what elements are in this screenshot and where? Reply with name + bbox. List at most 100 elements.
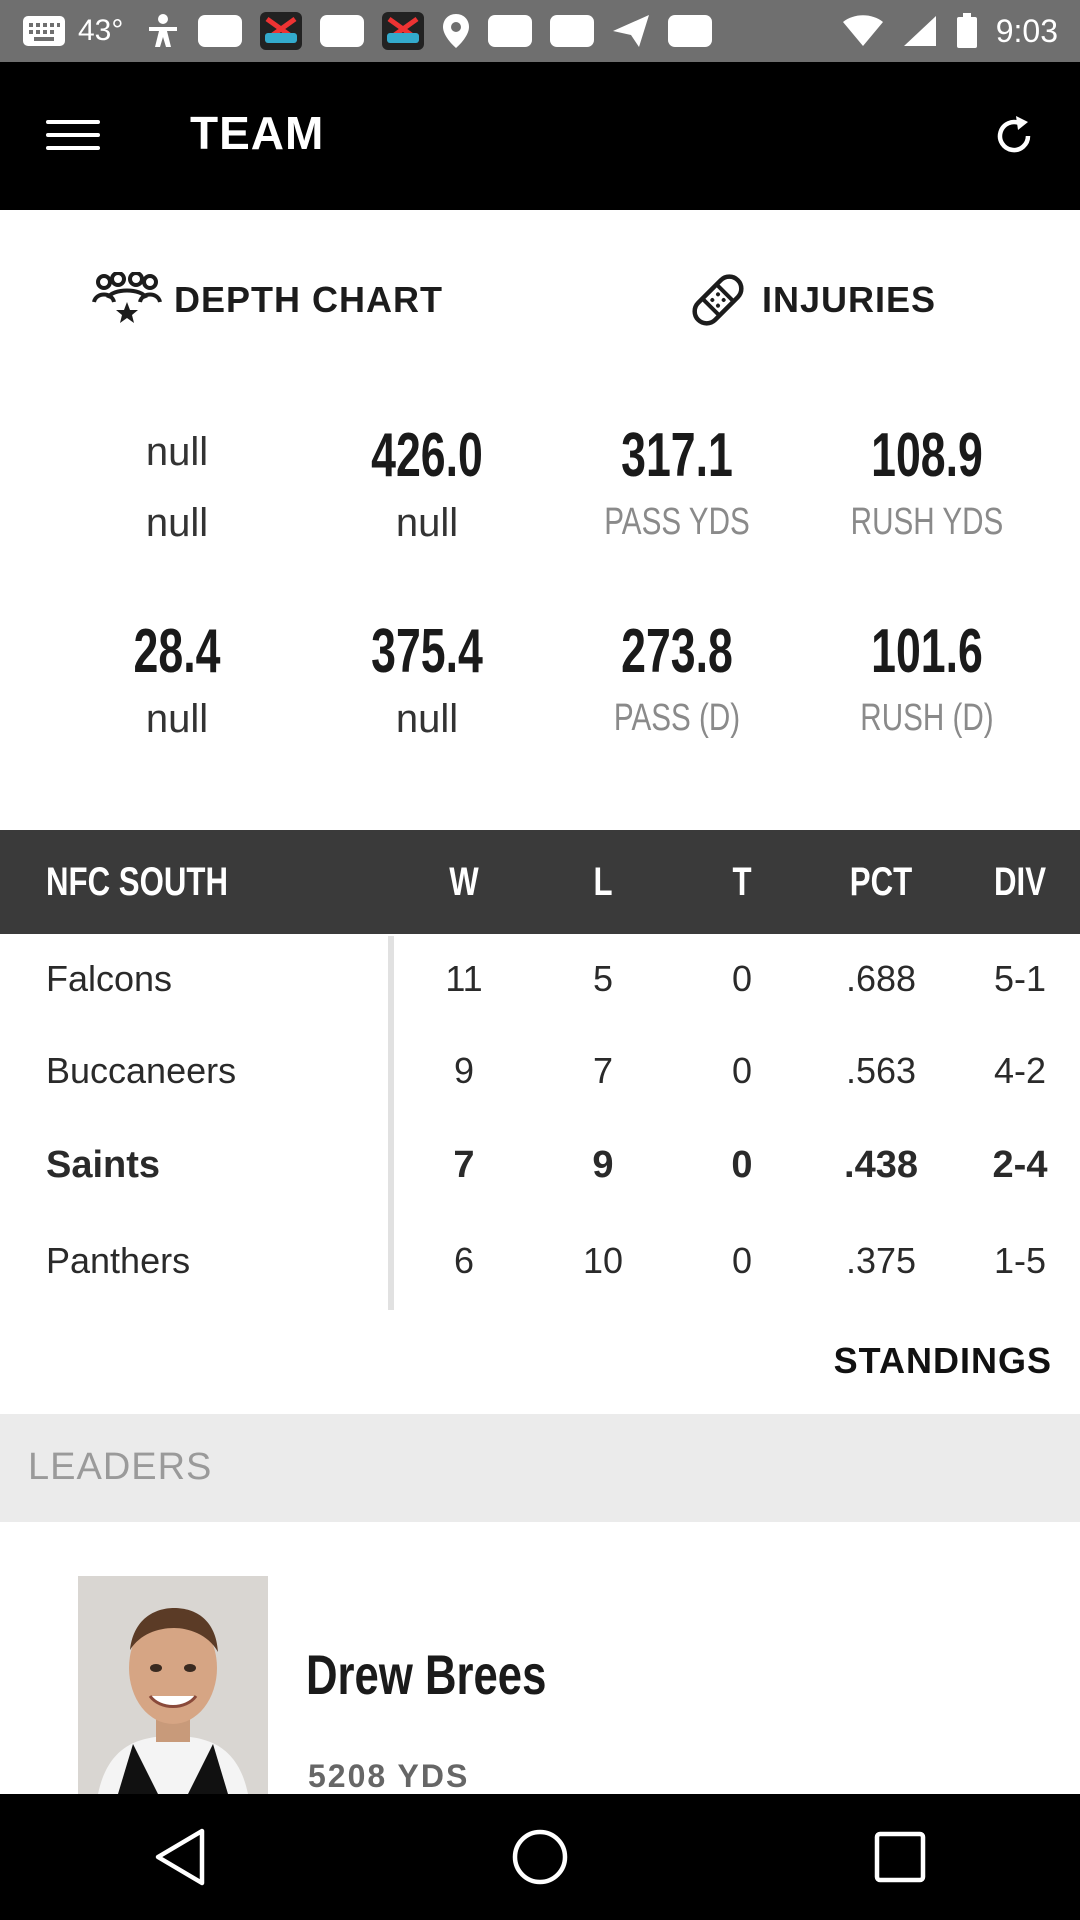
stat-value: 426.0 (371, 421, 483, 490)
losses: 10 (582, 1240, 624, 1281)
recents-button[interactable] (855, 1812, 945, 1902)
column-header-pct: PCT (849, 860, 913, 904)
stat-label: RUSH YDS (850, 501, 1004, 543)
losses: 5 (592, 958, 614, 999)
send-icon (613, 15, 650, 47)
status-right: 9:03 (842, 0, 1058, 62)
table-row[interactable]: Saints 7 9 0 .438 2-4 (0, 1120, 1080, 1214)
losses: 7 (592, 1050, 614, 1091)
player-portrait-icon (78, 1576, 268, 1794)
win-pct: .375 (845, 1240, 917, 1281)
wins: 11 (445, 958, 483, 999)
div-record: 4-2 (993, 1050, 1047, 1091)
location-icon (443, 14, 470, 48)
standings-button[interactable]: STANDINGS (834, 1340, 1052, 1382)
player-name[interactable]: Drew Brees (306, 1642, 546, 1707)
refresh-icon (997, 116, 1031, 153)
stat-value: 375.4 (371, 617, 483, 686)
person-icon (149, 14, 178, 47)
win-pct: .688 (845, 958, 917, 999)
team-name: Buccaneers (46, 1050, 237, 1091)
stat-cell: 317.1 PASS YDS (552, 420, 802, 544)
stat-value: 101.6 (871, 617, 983, 686)
division-name: NFC SOUTH (46, 860, 228, 904)
team-stats: null null 426.0 null 317.1 PASS YDS 108.… (0, 420, 1080, 800)
menu-icon-line (46, 146, 100, 150)
app-notification-icon-2 (382, 12, 425, 50)
div-record: 1-5 (993, 1240, 1047, 1281)
stat-label: null (395, 501, 459, 545)
stat-label: null (145, 501, 209, 545)
notification-icon-2 (319, 13, 365, 49)
team-name: Panthers (46, 1240, 191, 1281)
notification-icon-4 (549, 13, 595, 49)
menu-icon-line (46, 120, 100, 124)
stat-cell: 28.4 null (52, 616, 302, 742)
column-header-div: DIV (993, 860, 1047, 904)
player-photo[interactable] (78, 1576, 268, 1794)
win-pct: .438 (844, 1144, 918, 1186)
tab-injuries-label: INJURIES (762, 279, 937, 320)
stat-cell: 375.4 null (302, 616, 552, 742)
home-button[interactable] (495, 1812, 585, 1902)
recents-icon (874, 1831, 926, 1883)
stat-cell: null null (52, 420, 302, 546)
table-row[interactable]: Falcons 11 5 0 .688 5-1 (0, 934, 1080, 1028)
standings-header: NFC SOUTH W L T PCT DIV (0, 830, 1080, 934)
leaders-header: LEADERS (0, 1414, 1080, 1522)
menu-button[interactable] (46, 108, 100, 162)
messages-icon (23, 16, 65, 46)
stat-cell: 101.6 RUSH (D) (802, 616, 1052, 740)
player-stat: 5208 YDS (308, 1758, 470, 1794)
stat-value: 28.4 (133, 617, 221, 686)
table-row[interactable]: Panthers 6 10 0 .375 1-5 (0, 1216, 1080, 1310)
team-name: Saints (46, 1144, 161, 1186)
page-title: TEAM (190, 107, 325, 159)
stat-cell: 273.8 PASS (D) (552, 616, 802, 740)
stat-value: null (145, 430, 209, 474)
wins: 6 (453, 1240, 475, 1281)
leaders-title: LEADERS (28, 1446, 213, 1488)
div-record: 2-4 (992, 1144, 1048, 1186)
app-notification-icon (260, 12, 303, 50)
win-pct: .563 (845, 1050, 917, 1091)
back-button[interactable] (135, 1812, 225, 1902)
stat-label: PASS (D) (613, 697, 741, 739)
ties: 0 (731, 1050, 753, 1091)
team-name: Falcons (46, 958, 173, 999)
refresh-button[interactable] (984, 106, 1044, 166)
column-header-t: T (732, 860, 752, 904)
table-row[interactable]: Buccaneers 9 7 0 .563 4-2 (0, 1026, 1080, 1120)
stat-value: 108.9 (871, 421, 983, 490)
battery-icon (956, 13, 977, 48)
group-icon (92, 272, 162, 323)
status-bar: 43° 9:03 (0, 0, 1080, 62)
tab-injuries[interactable]: INJURIES (686, 260, 936, 340)
ties: 0 (731, 958, 753, 999)
notification-icon-5 (667, 13, 713, 49)
menu-icon-line (46, 133, 100, 137)
clock: 9:03 (995, 12, 1058, 49)
status-left: 43° (22, 0, 713, 62)
stat-label: null (395, 697, 459, 741)
column-header-l: L (593, 860, 613, 904)
notification-icon (197, 13, 243, 49)
div-record: 5-1 (993, 958, 1047, 999)
notification-icon-3 (487, 13, 533, 49)
tab-depth-chart[interactable]: DEPTH CHART (92, 260, 443, 340)
ties: 0 (731, 1240, 753, 1281)
stat-value: 273.8 (621, 617, 733, 686)
stat-cell: 108.9 RUSH YDS (802, 420, 1052, 544)
stat-label: PASS YDS (604, 501, 750, 543)
wins: 9 (453, 1050, 475, 1091)
bandage-icon (692, 274, 744, 326)
ties: 0 (731, 1144, 753, 1186)
column-header-w: W (449, 860, 479, 904)
stat-label: RUSH (D) (860, 697, 994, 739)
losses: 9 (592, 1144, 614, 1186)
back-icon (155, 1828, 205, 1886)
standings-table: Falcons 11 5 0 .688 5-1 Buccaneers 9 7 0… (0, 934, 1080, 1310)
stat-label: null (145, 697, 209, 741)
temperature: 43° (78, 14, 124, 47)
app-bar: TEAM (0, 62, 1080, 210)
